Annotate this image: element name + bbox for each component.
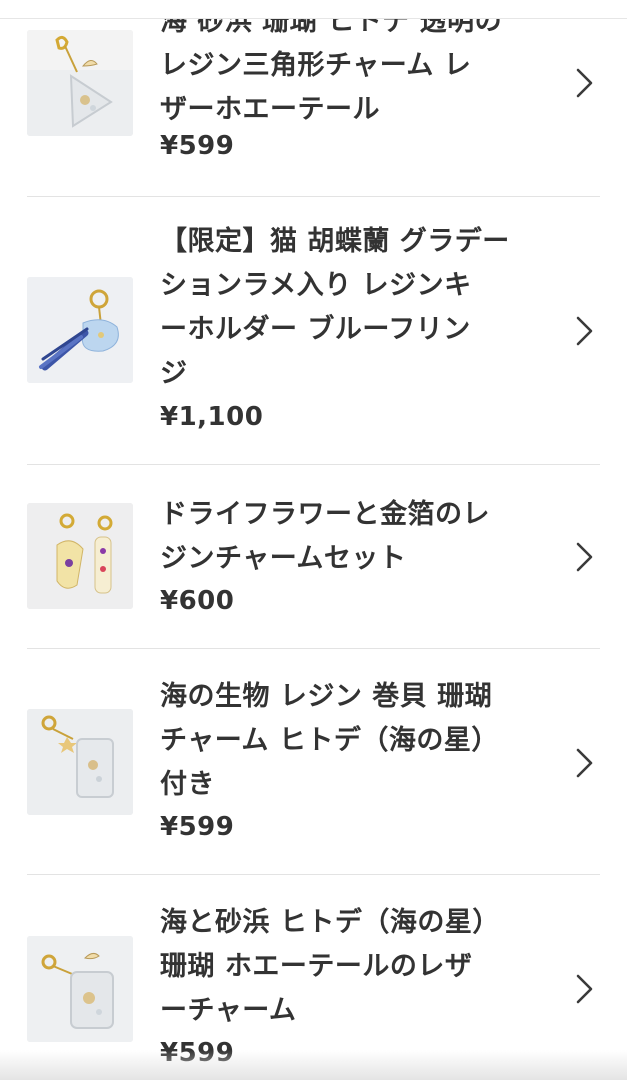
product-title-line: 付き — [160, 769, 215, 800]
product-thumbnail[interactable] — [27, 30, 133, 136]
product-title-line: ーホルダー ブルーフリン — [160, 314, 471, 345]
product-thumbnail[interactable] — [27, 277, 133, 383]
product-title-line: 海と砂浜 ヒトデ（海の星） — [160, 907, 500, 938]
product-thumbnail[interactable] — [27, 936, 133, 1042]
product-price: ¥599 — [160, 812, 235, 842]
product-price: ¥1,100 — [160, 402, 264, 432]
list-item[interactable]: 【限定】猫 胡蝶蘭 グラデー ションラメ入り レジンキ ーホルダー ブルーフリン… — [0, 197, 627, 464]
list-item[interactable]: 海 砂浜 珊瑚 ヒトデ 透明の レジン三角形チャーム レ ザーホエーテール ¥5… — [0, 0, 627, 196]
product-thumbnail[interactable] — [27, 503, 133, 609]
product-title-line: ジ — [160, 358, 188, 389]
product-title-line: レジン三角形チャーム レ — [160, 50, 472, 81]
product-thumbnail[interactable] — [27, 709, 133, 815]
list-item[interactable]: 海の生物 レジン 巻貝 珊瑚 チャーム ヒトデ（海の星） 付き ¥599 — [0, 649, 627, 874]
chevron-right-icon[interactable] — [571, 540, 597, 574]
product-title-line: ジンチャームセット — [160, 543, 407, 574]
chevron-right-icon[interactable] — [571, 746, 597, 780]
product-price: ¥600 — [160, 586, 235, 616]
product-title-line: ザーホエーテール — [160, 94, 380, 125]
product-title-line: ーチャーム — [160, 995, 297, 1026]
scroll-bottom-shade — [0, 1050, 627, 1080]
product-title-line: ションラメ入り レジンキ — [160, 270, 472, 301]
product-title-line: ドライフラワーと金箔のレ — [160, 499, 490, 530]
product-title-line: 【限定】猫 胡蝶蘭 グラデー — [160, 226, 510, 257]
product-price: ¥599 — [160, 131, 235, 161]
scroll-top-edge — [0, 0, 627, 19]
chevron-right-icon[interactable] — [571, 972, 597, 1006]
chevron-right-icon[interactable] — [571, 314, 597, 348]
list-item[interactable]: ドライフラワーと金箔のレ ジンチャームセット ¥600 — [0, 465, 627, 648]
product-title-line: チャーム ヒトデ（海の星） — [160, 725, 499, 756]
chevron-right-icon[interactable] — [571, 66, 597, 100]
product-title-line: 珊瑚 ホエーテールのレザ — [160, 951, 473, 982]
product-list-screen: 海 砂浜 珊瑚 ヒトデ 透明の レジン三角形チャーム レ ザーホエーテール ¥5… — [0, 0, 627, 1080]
product-title-line: 海の生物 レジン 巻貝 珊瑚 — [160, 681, 493, 712]
